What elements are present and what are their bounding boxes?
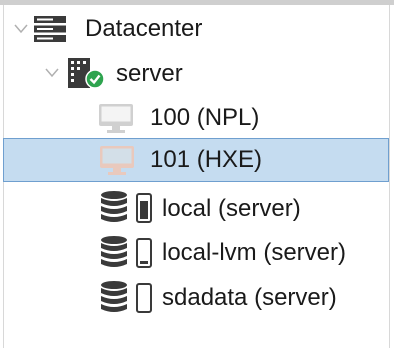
tree-label-storage: sdadata (server) <box>162 284 337 311</box>
tree-row-storage-local[interactable]: local (server) <box>4 186 389 230</box>
storage-icon <box>99 190 155 224</box>
tree-row-guest-100[interactable]: 100 (NPL) <box>4 96 389 140</box>
chevron-down-icon[interactable] <box>45 68 59 82</box>
tree-label-datacenter: Datacenter <box>85 15 203 42</box>
tree-label-storage: local (server) <box>162 195 301 222</box>
chevron-down-icon[interactable] <box>14 24 28 38</box>
tree-row-storage-local-lvm[interactable]: local-lvm (server) <box>4 231 389 275</box>
storage-icon <box>99 280 155 314</box>
tree-row-storage-sdadata[interactable]: sdadata (server) <box>4 276 389 320</box>
storage-icon <box>99 235 155 269</box>
datacenter-icon <box>33 15 67 43</box>
panel-top-border <box>0 0 394 5</box>
tree-label-server: server <box>116 60 183 87</box>
tree-label-storage: local-lvm (server) <box>162 239 347 266</box>
tree-label-guest: 101 (HXE) <box>150 146 263 173</box>
tree-label-guest: 100 (NPL) <box>150 104 260 131</box>
tree-row-guest-101[interactable]: 101 (HXE) <box>3 138 389 182</box>
panel-right-border <box>389 5 390 348</box>
tree-row-server[interactable]: server <box>4 52 389 96</box>
server-online-icon <box>66 56 106 90</box>
tree-row-datacenter[interactable]: Datacenter <box>4 7 389 51</box>
vm-monitor-icon <box>99 145 135 177</box>
vm-monitor-icon <box>98 103 134 135</box>
